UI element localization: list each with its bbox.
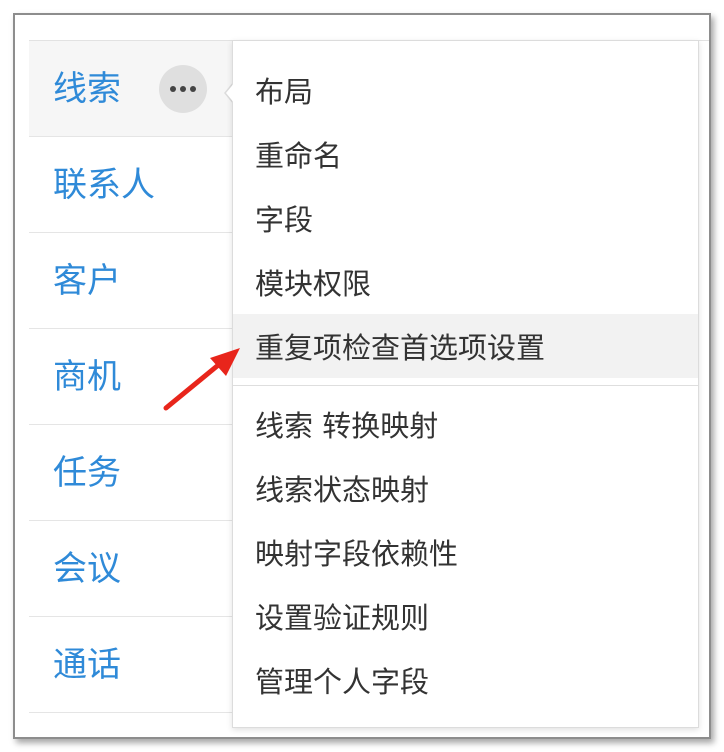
menu-divider: [233, 385, 698, 386]
sidebar-item-label: 会议: [53, 548, 121, 589]
sidebar-item-label: 商机: [53, 356, 121, 397]
menu-item-lead-conversion-mapping[interactable]: 线索 转换映射: [233, 392, 698, 456]
menu-item-field-dependency[interactable]: 映射字段依赖性: [233, 520, 698, 584]
sidebar-item-accounts[interactable]: 客户: [29, 233, 249, 329]
menu-item-rename[interactable]: 重命名: [233, 122, 698, 186]
dot-icon: [180, 86, 186, 92]
dot-icon: [190, 86, 196, 92]
more-options-button[interactable]: [159, 65, 207, 113]
menu-item-lead-status-mapping[interactable]: 线索状态映射: [233, 456, 698, 520]
sidebar-item-label: 客户: [53, 260, 121, 301]
red-arrow-icon: [163, 348, 240, 411]
menu-caret: [226, 82, 235, 104]
sidebar-item-calls[interactable]: 通话: [29, 617, 249, 713]
menu-item-module-permissions[interactable]: 模块权限: [233, 250, 698, 314]
sidebar-item-label: 通话: [53, 644, 121, 685]
menu-item-fields[interactable]: 字段: [233, 186, 698, 250]
sidebar-item-label: 联系人: [53, 164, 155, 205]
menu-item-personal-fields[interactable]: 管理个人字段: [233, 648, 698, 712]
sidebar-item-contacts[interactable]: 联系人: [29, 137, 249, 233]
sidebar-item-label: 线索: [53, 68, 121, 109]
sidebar-item-tasks[interactable]: 任务: [29, 425, 249, 521]
sidebar-item-meetings[interactable]: 会议: [29, 521, 249, 617]
module-options-menu: 布局 重命名 字段 模块权限 重复项检查首选项设置 线索 转换映射 线索状态映射…: [232, 40, 699, 728]
menu-item-validation-rules[interactable]: 设置验证规则: [233, 584, 698, 648]
dot-icon: [170, 86, 176, 92]
sidebar-item-label: 任务: [53, 452, 121, 493]
menu-item-duplicate-check-settings[interactable]: 重复项检查首选项设置: [233, 314, 698, 378]
screenshot-frame: 线索 联系人 客户 商机 任务 会议 通话 布局 重命名 字段 模块权限 重复项…: [13, 13, 711, 739]
sidebar-item-leads[interactable]: 线索: [29, 41, 249, 137]
menu-item-layout[interactable]: 布局: [233, 58, 698, 122]
